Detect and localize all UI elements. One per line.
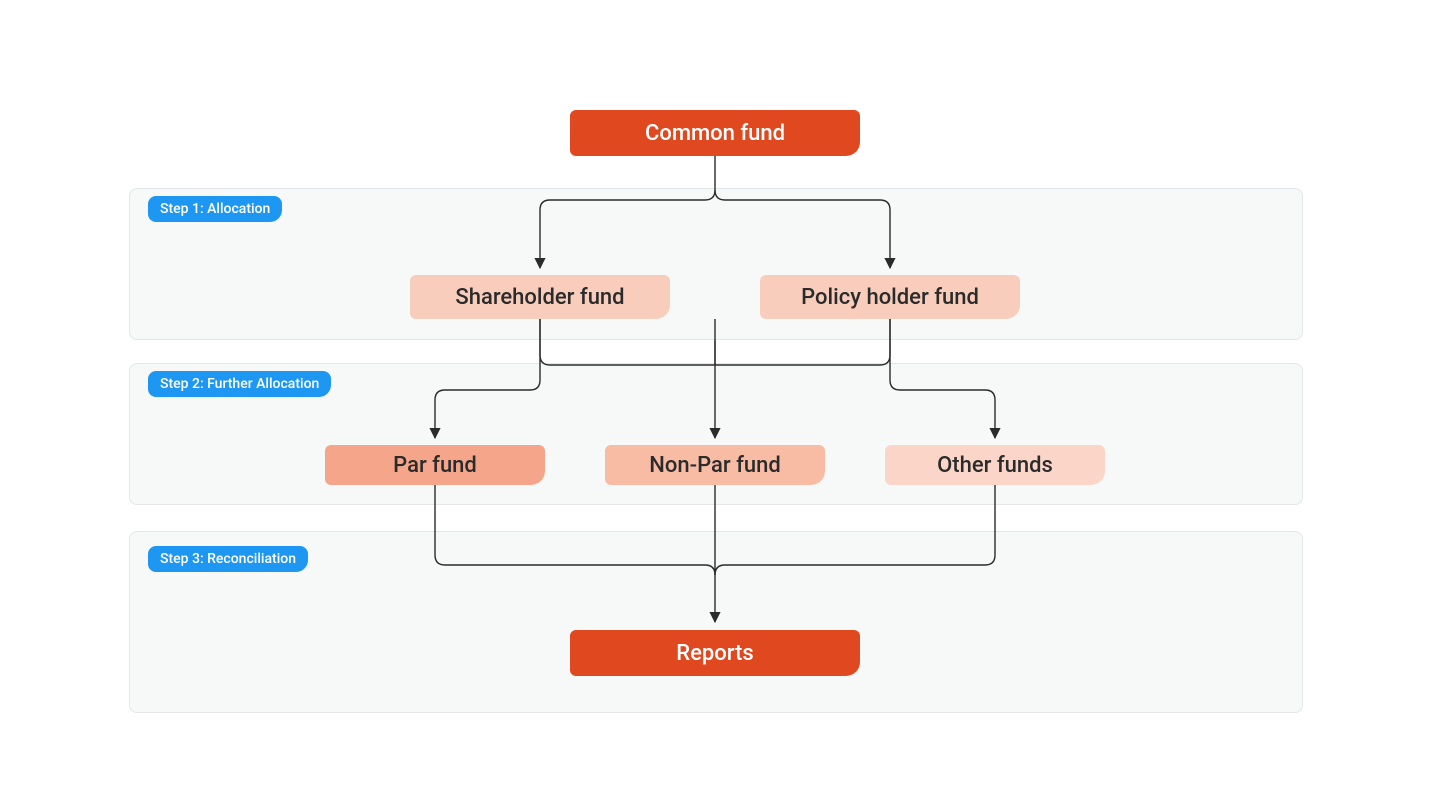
node-common-fund: Common fund (570, 110, 860, 156)
node-policy-holder-fund: Policy holder fund (760, 275, 1020, 319)
diagram-stage: Step 1: Allocation Step 2: Further Alloc… (0, 0, 1430, 804)
tag-step3: Step 3: Reconciliation (148, 546, 308, 572)
node-other-funds: Other funds (885, 445, 1105, 485)
node-par-fund: Par fund (325, 445, 545, 485)
node-reports: Reports (570, 630, 860, 676)
node-non-par-fund: Non-Par fund (605, 445, 825, 485)
tag-step2: Step 2: Further Allocation (148, 371, 331, 397)
node-shareholder-fund: Shareholder fund (410, 275, 670, 319)
tag-step1: Step 1: Allocation (148, 196, 282, 222)
panel-step1 (129, 188, 1303, 340)
